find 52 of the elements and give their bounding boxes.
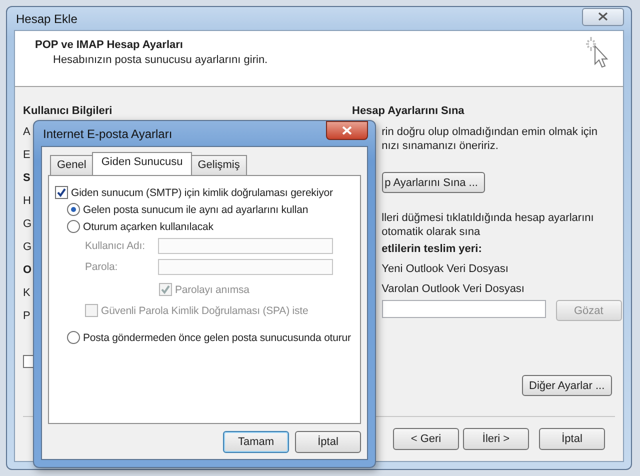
check-icon (56, 187, 67, 198)
tab[interactable]: Gelişmiş (190, 155, 247, 175)
footer-button[interactable]: İleri > (463, 428, 529, 450)
close-icon (342, 126, 352, 135)
radio-label: Varolan Outlook Veri Dosyası (382, 282, 524, 296)
footer-button[interactable]: < Geri (393, 428, 459, 450)
header-subtitle: Hesabınızın posta sunucusu ayarlarını girin. (52, 54, 269, 66)
delivery-label: etlilerin teslim yeri: (382, 242, 482, 256)
file-path-field[interactable] (382, 300, 546, 318)
tab[interactable]: Genel (50, 155, 94, 175)
label-fragment: O (23, 263, 33, 278)
checkbox-label: otomatik olarak sına (382, 225, 482, 239)
description-text: nızı sınamanızı öneririz. (382, 139, 498, 153)
dialog-button[interactable]: Tamam (223, 431, 289, 453)
cursor-icon (585, 36, 611, 70)
checkbox[interactable] (55, 186, 68, 199)
description-text: rin doğru olup olmadığından emin olmak için (382, 125, 598, 139)
radio-button[interactable] (67, 331, 80, 344)
close-icon (598, 12, 608, 21)
label-fragment: G (23, 240, 33, 255)
field-label: Parola: (85, 260, 119, 272)
close-button[interactable] (326, 121, 368, 140)
check-icon (160, 284, 171, 295)
section-heading: Hesap Ayarlarını Sına (351, 105, 464, 117)
label-fragment: S (23, 171, 32, 186)
label-fragment: G (23, 217, 33, 232)
radio-button[interactable] (67, 220, 80, 233)
radio-label: Yeni Outlook Veri Dosyası (382, 262, 508, 276)
label-fragment: H (23, 194, 32, 209)
footer-button[interactable]: İptal (539, 428, 605, 450)
tab[interactable]: Giden Sunucusu (92, 152, 192, 175)
checkbox-label: Parolayı anımsa (175, 284, 250, 296)
radio-label: Posta göndermeden önce gelen posta sunucusunda oturur (83, 332, 351, 344)
checkbox-label: lleri düğmesi tıklatıldığında hesap ayarlarını (382, 211, 594, 225)
checkbox-label: Giden sunucum (SMTP) için kimlik doğrulaması gerekiyor (71, 186, 333, 198)
radio-button[interactable] (67, 203, 80, 216)
header-title: POP ve IMAP Hesap Ayarları (35, 39, 184, 51)
label-fragment: K (23, 286, 32, 301)
dialog-title: Internet E-posta Ayarları (42, 126, 172, 140)
radio-label: Gelen posta sunucum ile aynı ad ayarlarını kullan (83, 204, 308, 216)
input-field[interactable] (158, 258, 333, 274)
test-settings-button[interactable]: p Ayarlarını Sına ... (382, 172, 485, 193)
more-settings-button[interactable]: Diğer Ayarlar ... (522, 375, 612, 396)
window-title: Hesap Ekle (15, 12, 78, 26)
label-fragment: P (23, 309, 32, 324)
dialog-button[interactable]: İptal (295, 431, 361, 453)
radio-label: Oturum açarken kullanılacak (83, 220, 214, 232)
close-button[interactable] (582, 8, 624, 26)
field-label: Kullanıcı Adı: (85, 240, 146, 252)
section-heading: Kullanıcı Bilgileri (22, 105, 114, 117)
input-field[interactable] (158, 238, 333, 254)
checkbox-label: Güvenli Parola Kimlik Doğrulaması (SPA) iste (101, 304, 308, 316)
